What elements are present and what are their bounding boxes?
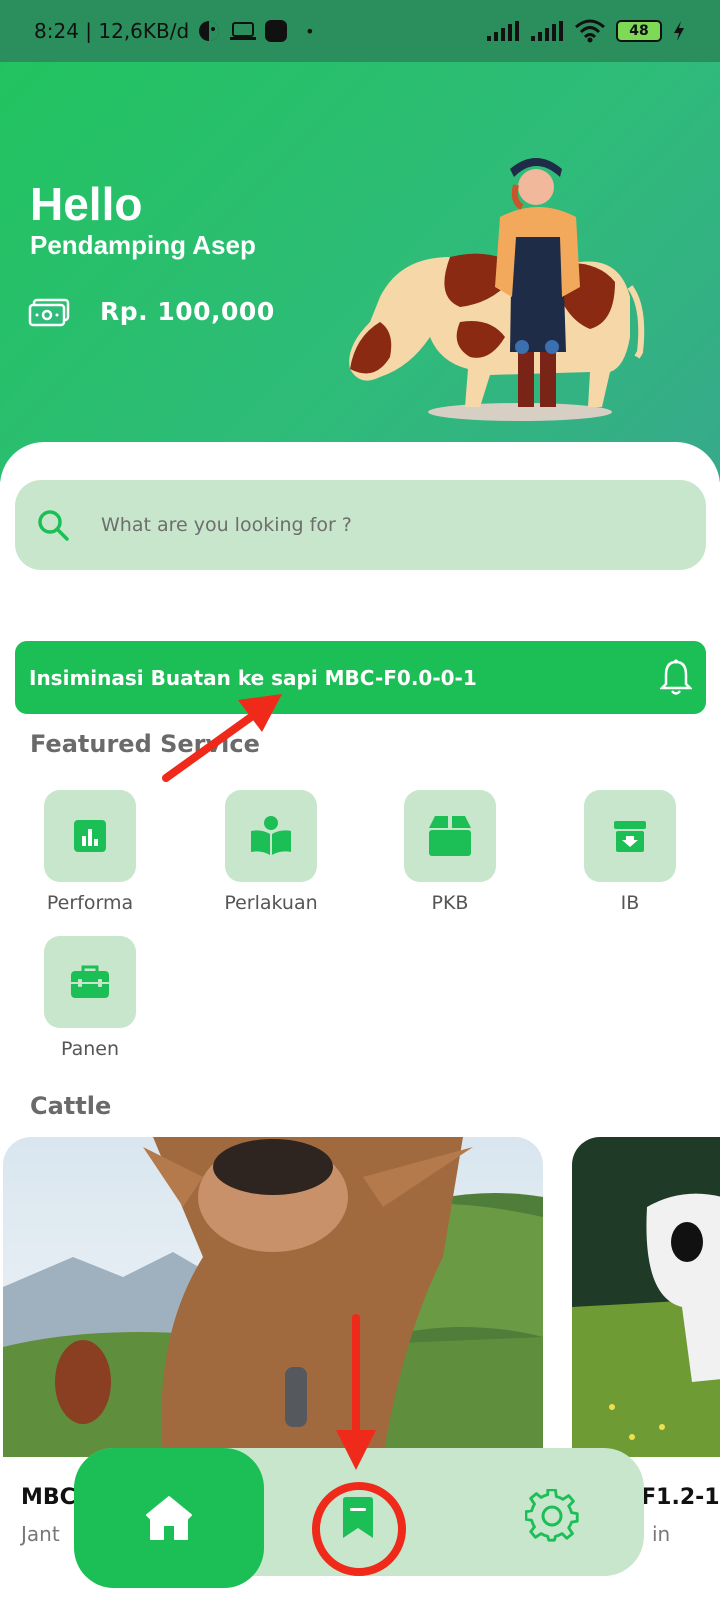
greeting: Hello (30, 178, 143, 230)
face-icon (199, 21, 220, 41)
status-time: 8:24 | 12,6KB/d (34, 19, 190, 43)
signal-icon (487, 21, 519, 41)
cash-icon (28, 298, 70, 327)
service-label: PKB (431, 892, 469, 914)
service-ib[interactable]: IB (570, 790, 690, 914)
download-box-icon (614, 821, 646, 852)
status-dot: • (305, 21, 315, 41)
signal-icon (531, 21, 563, 41)
service-label: IB (620, 892, 640, 914)
user-name: Pendamping Asep (30, 230, 256, 260)
notification-text: Insiminasi Buatan ke sapi MBC-F0.0-0-1 (29, 665, 477, 690)
gear-icon (525, 1489, 579, 1542)
chart-icon (74, 820, 106, 852)
search-input[interactable] (101, 514, 661, 536)
search-icon (38, 510, 69, 541)
reading-person-icon (251, 816, 291, 855)
farmer-cow-illustration (349, 158, 645, 421)
laptop-icon (230, 22, 257, 40)
service-tile[interactable] (44, 790, 136, 882)
cattle-photo (3, 1137, 543, 1457)
service-tile[interactable] (404, 790, 496, 882)
service-panen[interactable]: Panen (30, 936, 150, 1060)
service-perlakuan[interactable]: Perlakuan (211, 790, 331, 914)
featured-title: Featured Service (30, 730, 260, 758)
wifi-icon (575, 19, 605, 43)
service-performa[interactable]: Performa (30, 790, 150, 914)
briefcase-icon (71, 965, 109, 998)
service-pkb[interactable]: PKB (390, 790, 510, 914)
service-tile[interactable] (44, 936, 136, 1028)
notification-banner[interactable]: Insiminasi Buatan ke sapi MBC-F0.0-0-1 (15, 641, 706, 714)
bell-icon[interactable] (660, 659, 692, 697)
box-icon (429, 816, 471, 856)
header-banner: Hello Pendamping Asep Rp. 100,000 (0, 62, 720, 482)
nav-settings-button[interactable] (518, 1482, 588, 1552)
battery-indicator: 48 (616, 20, 662, 42)
cattle-card-subtitle: in (652, 1522, 671, 1546)
app-icon (265, 20, 288, 42)
nav-home-button[interactable] (74, 1448, 264, 1588)
cattle-photo (572, 1137, 720, 1457)
charging-icon (674, 21, 684, 41)
cattle-title: Cattle (30, 1092, 112, 1120)
cattle-card-title: -F1.2-1 (632, 1485, 720, 1510)
service-tile[interactable] (225, 790, 317, 882)
annotation-circle (312, 1482, 406, 1576)
service-tile[interactable] (584, 790, 676, 882)
balance-value: Rp. 100,000 (100, 297, 275, 326)
service-label: Panen (60, 1038, 120, 1060)
search-bar[interactable] (15, 480, 706, 570)
cattle-card-subtitle: Jant (21, 1522, 60, 1546)
cattle-card-title: MBC (21, 1485, 76, 1510)
status-bar: 8:24 | 12,6KB/d • 48 (0, 0, 720, 62)
home-icon (146, 1496, 192, 1540)
service-label: Performa (46, 892, 134, 914)
service-label: Perlakuan (224, 892, 318, 914)
